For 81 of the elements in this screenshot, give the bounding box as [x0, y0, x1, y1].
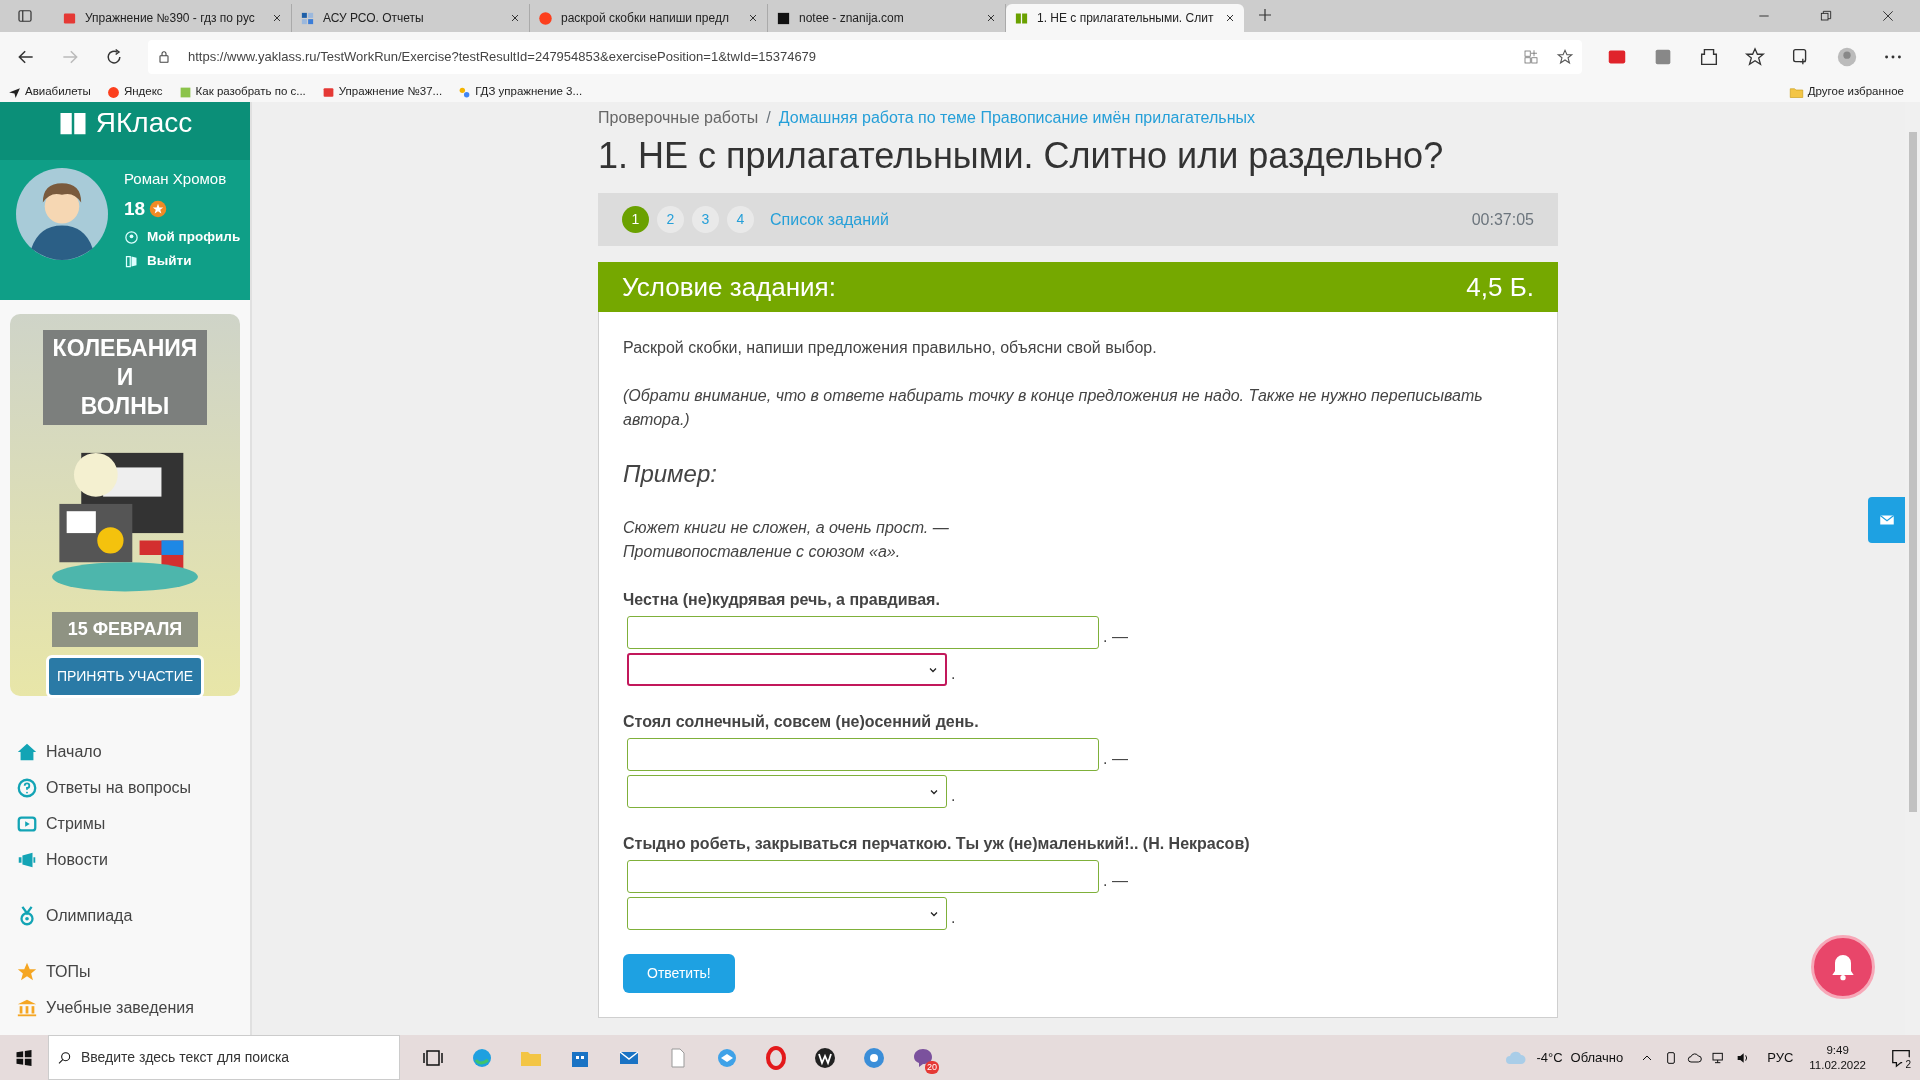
participate-button[interactable]: ПРИНЯТЬ УЧАСТИЕ [45, 655, 205, 698]
play-icon [16, 813, 38, 835]
dots-icon [458, 85, 472, 99]
browser-tab[interactable]: 1. НЕ с прилагательными. Слит [1006, 4, 1244, 32]
plane-icon [8, 85, 21, 99]
breadcrumb-link[interactable]: Проверочные работы [598, 106, 759, 130]
user-circle-icon [124, 229, 139, 245]
banner-title: КОЛЕБАНИЯ И ВОЛНЫ [43, 330, 207, 425]
bookmark-folder[interactable]: Другое избранное [1788, 83, 1912, 101]
square-logo-icon [178, 85, 192, 99]
bookmark[interactable]: Авиабилеты [8, 83, 91, 101]
clock-time: 9:49 [1826, 1043, 1849, 1058]
sidebar-item[interactable]: Олимпиада [16, 898, 234, 934]
favorites-icon[interactable] [1744, 46, 1766, 68]
question-text: Стыдно робеть, закрываться перчаткою. Ты уж (не)маленький!.. (Н. Некрасов) [623, 834, 1251, 855]
close-icon[interactable] [271, 12, 283, 24]
language-indicator[interactable]: РУС [1767, 1047, 1794, 1068]
mail-button[interactable] [1868, 497, 1905, 543]
temperature-text[interactable]: -4°C [1536, 1047, 1563, 1068]
round-app-icon[interactable] [861, 1045, 886, 1070]
sidebar-item[interactable]: Новости [16, 842, 234, 878]
avatar-icon[interactable] [1836, 46, 1858, 68]
question-circle-icon [16, 777, 38, 799]
sidebar-item[interactable]: ТОПы [16, 954, 234, 990]
apps-icon[interactable] [1522, 48, 1540, 66]
building-icon [16, 997, 38, 1019]
close-icon[interactable] [985, 12, 997, 24]
close-icon[interactable] [1224, 12, 1236, 24]
example-heading: Пример: [623, 459, 718, 490]
grid-icon [300, 10, 315, 26]
lock-icon [156, 49, 172, 65]
w-app-icon[interactable] [812, 1045, 837, 1070]
clock-date: 11.02.2022 [1809, 1057, 1866, 1072]
door-icon [124, 253, 139, 269]
bookmark[interactable]: ГДЗ упражнение 3... [458, 83, 583, 101]
separator-text: . — [1103, 871, 1128, 892]
banner-date: 15 ФЕВРАЛЯ [51, 612, 199, 647]
bookmark[interactable]: Упражнение №37... [321, 83, 443, 101]
timer: 00:37:05 [1471, 209, 1534, 230]
separator-text: . — [1103, 749, 1128, 770]
end-text: . [951, 786, 956, 807]
close-icon[interactable] [509, 12, 521, 24]
bookmark[interactable]: Яндекс [106, 83, 163, 101]
plus-icon[interactable] [1256, 6, 1274, 24]
round-logo-icon [106, 85, 120, 99]
instruction-text: Раскрой скобки, напиши предложения правильно, объясни свой выбор. [623, 338, 1158, 359]
square-logo-icon [776, 10, 791, 26]
separator-text: . — [1103, 627, 1128, 648]
condition-title: Условие задания: [622, 270, 836, 304]
windows-start-icon[interactable] [14, 1047, 34, 1068]
sidebar-item[interactable]: Стримы [16, 806, 234, 842]
points-value: 4,5 Б. [1466, 270, 1534, 304]
weather-text[interactable]: Облачно [1570, 1047, 1624, 1068]
taskbar-search-field[interactable]: Введите здесь текст для поиска [48, 1035, 400, 1080]
star-icon[interactable] [1556, 48, 1574, 66]
tab-actions-icon[interactable] [16, 7, 34, 25]
clock[interactable]: 9:49 11.02.2022 [1809, 1043, 1866, 1072]
star-icon [16, 961, 38, 983]
round-logo-icon [538, 10, 553, 26]
sidebar-item[interactable]: Начало [16, 734, 234, 770]
points: 18 [124, 196, 146, 221]
example-text: Сюжет книги не сложен, а очень прост. — Противопоставление с союзом «а». [623, 518, 950, 563]
address-field[interactable]: https://www.yaklass.ru/TestWorkRun/Exercise?testResultId=247954853&exercisePosition=1&twId=15374679 [148, 40, 1582, 74]
site-logo-icon [321, 85, 335, 99]
opera-icon[interactable] [763, 1045, 788, 1070]
sidebar-item[interactable]: Учебные заведения [16, 990, 234, 1026]
page-title: 1. НЕ с прилагательными. Слитно или раздельно? [598, 134, 1445, 178]
note-text: (Обрати внимание, что в ответе набирать точку в конце предложения не надо. Также не нужно переписывать автора.) [623, 386, 1484, 431]
close-icon[interactable] [747, 12, 759, 24]
question-text: Честна (не)кудрявая речь, а правдивая. [623, 590, 941, 611]
restore-icon[interactable] [1818, 8, 1834, 24]
close-icon[interactable] [1880, 8, 1896, 24]
question-text: Стоял солнечный, совсем (не)осенний день. [623, 712, 980, 733]
home-icon [16, 741, 38, 763]
sidebar-item[interactable]: Ответы на вопросы [16, 770, 234, 806]
end-text: . [951, 908, 956, 929]
bookmark[interactable]: Как разобрать по с... [178, 83, 306, 101]
end-text: . [951, 664, 956, 685]
breadcrumb-separator: / [766, 108, 771, 128]
search-icon [57, 1049, 73, 1066]
puzzle-icon[interactable] [1698, 46, 1720, 68]
